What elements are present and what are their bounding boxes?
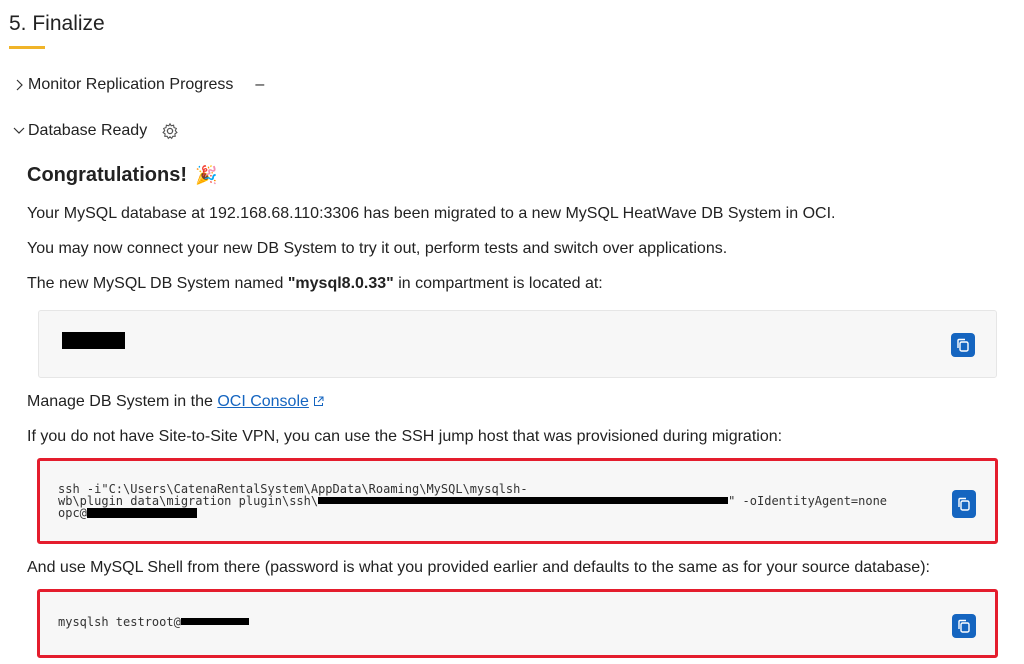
copy-mysqlsh-button[interactable] bbox=[952, 614, 976, 638]
copy-endpoint-button[interactable] bbox=[951, 333, 975, 357]
redacted-host bbox=[86, 508, 197, 518]
section-database-ready[interactable]: Database Ready bbox=[12, 122, 179, 140]
copy-icon bbox=[957, 338, 969, 352]
chevron-right-icon bbox=[12, 78, 26, 92]
db-system-location-text: The new MySQL DB System named "mysql8.0.… bbox=[27, 275, 603, 292]
step-underline bbox=[9, 46, 45, 49]
section-ready-label: Database Ready bbox=[28, 122, 148, 139]
gear-icon[interactable] bbox=[161, 122, 179, 140]
copy-icon bbox=[958, 497, 970, 511]
endpoint-code-box bbox=[38, 310, 997, 378]
step-title: 5. Finalize bbox=[9, 12, 105, 35]
external-link-icon bbox=[313, 394, 324, 406]
congratulations-text: Congratulations! bbox=[27, 164, 187, 186]
vpn-info-text: If you do not have Site-to-Site VPN, you… bbox=[27, 428, 783, 445]
ssh-command: ssh -i"C:\Users\CatenaRentalSystem\AppDa… bbox=[58, 483, 887, 519]
redacted-mysql-host bbox=[180, 618, 249, 625]
copy-ssh-button[interactable] bbox=[952, 490, 976, 518]
mysqlsh-command-box: mysqlsh testroot@ bbox=[37, 589, 998, 658]
chevron-down-icon bbox=[12, 124, 26, 138]
copy-icon bbox=[958, 619, 970, 633]
migration-summary-text: Your MySQL database at 192.168.68.110:33… bbox=[27, 205, 836, 222]
oci-console-link[interactable]: OCI Console bbox=[217, 393, 309, 410]
redacted-endpoint bbox=[62, 332, 125, 349]
party-popper-icon: 🎉 bbox=[195, 165, 218, 185]
section-monitor-label: Monitor Replication Progress bbox=[28, 76, 234, 93]
congratulations-heading: Congratulations! 🎉 bbox=[27, 164, 217, 187]
connect-info-text: You may now connect your new DB System t… bbox=[27, 240, 728, 257]
ssh-line-2: wb\plugin data\migration plugin\ssh\ " -o… bbox=[58, 494, 888, 508]
mysqlsh-command: mysqlsh testroot@ bbox=[58, 615, 249, 629]
ssh-line-3: opc@ bbox=[58, 507, 887, 519]
section-monitor-replication[interactable]: Monitor Replication Progress – bbox=[12, 76, 264, 94]
ssh-command-box: ssh -i"C:\Users\CatenaRentalSystem\AppDa… bbox=[37, 458, 998, 544]
section-monitor-status: – bbox=[255, 76, 265, 93]
redacted-key-path bbox=[318, 497, 729, 504]
db-system-name: "mysql8.0.33" bbox=[287, 275, 394, 292]
manage-db-text: Manage DB System in the OCI Console bbox=[27, 393, 324, 411]
mysql-shell-info-text: And use MySQL Shell from there (password… bbox=[27, 559, 930, 576]
